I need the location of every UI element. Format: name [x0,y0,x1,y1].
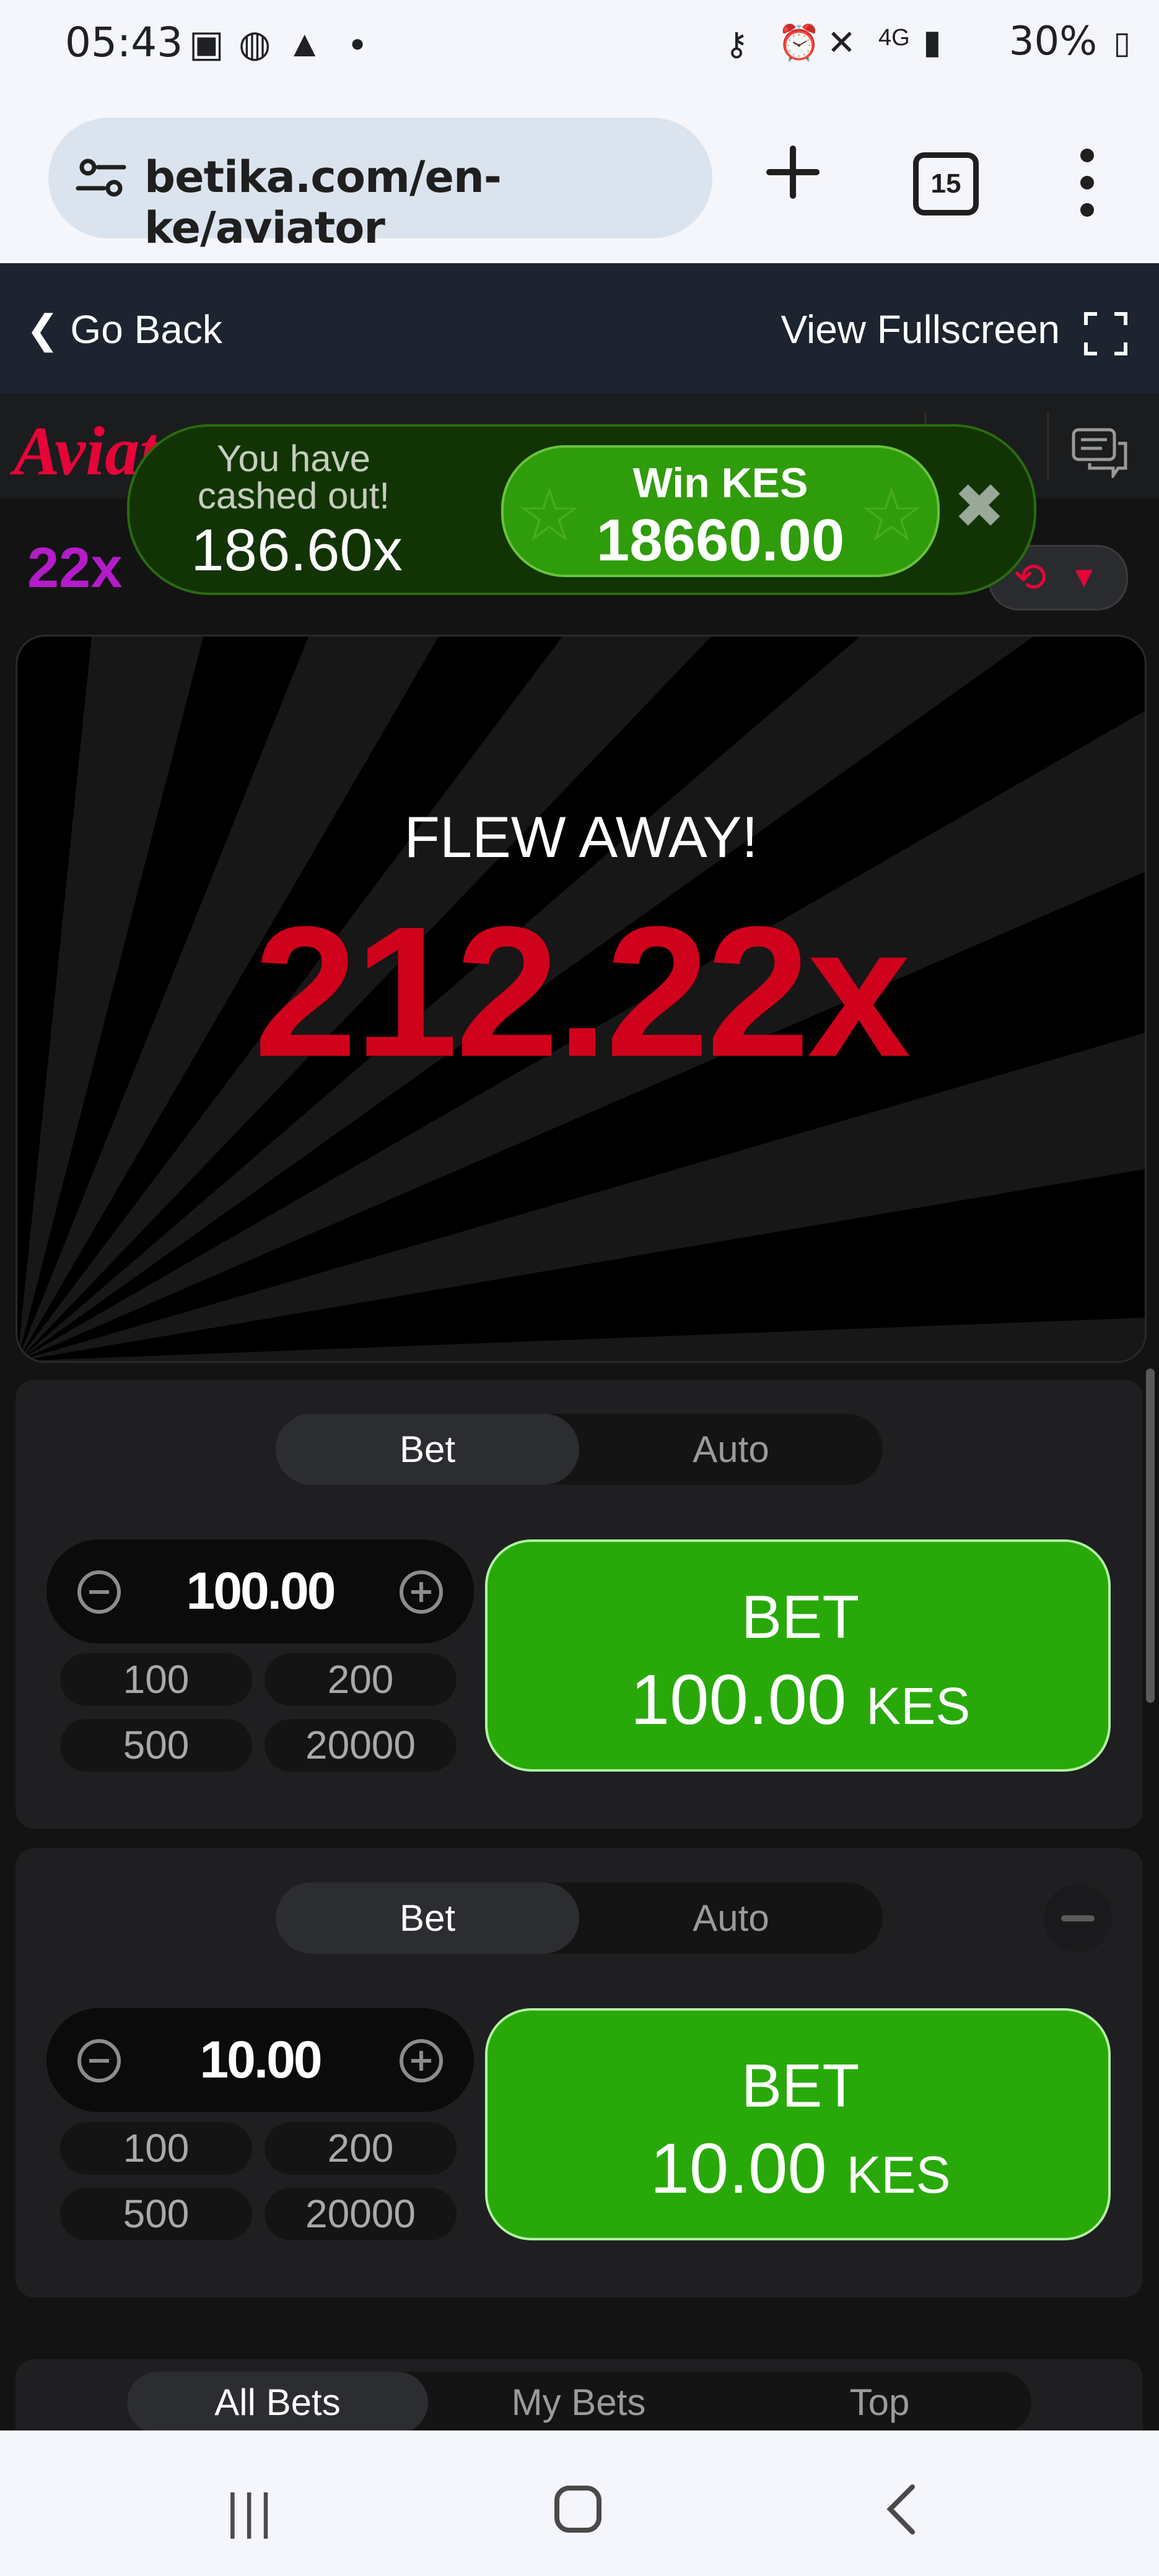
quick-amount-chip[interactable]: 200 [265,1653,457,1706]
new-tab-icon[interactable] [762,141,824,203]
bet-amount-stepper: 100.00 [46,1539,474,1643]
tab-my-bets[interactable]: My Bets [428,2372,729,2434]
browser-toolbar: betika.com/en-ke/aviator 15 [0,93,1159,263]
fullscreen-icon[interactable] [1083,311,1128,356]
tab-switcher-button[interactable]: 15 [913,152,979,215]
tab-bet[interactable]: Bet [276,1414,579,1485]
network-4g-icon: 4G [878,25,910,51]
bet-button-label: BET [741,1583,860,1651]
key-icon: ⚷ [725,27,749,63]
address-bar[interactable]: betika.com/en-ke/aviator [48,118,712,253]
bet-button-amount-line: 100.00 KES [488,1660,1113,1741]
go-back-label: Go Back [70,307,222,352]
dot-icon: ● [350,30,365,57]
bet-button-label: BET [741,2052,860,2120]
tab-bet[interactable]: Bet [276,1882,579,1954]
bet-button[interactable]: BET 10.00 KES [485,2008,1111,2240]
cashout-message: You have cashed out! [197,438,390,516]
game-header: ❮ Go Back View Fullscreen [0,263,1159,393]
bet-button-currency: KES [846,2146,951,2204]
close-icon[interactable]: ✖ [953,470,1005,542]
status-time: 05:43 [65,19,183,66]
quick-amount-chip[interactable]: 100 [60,1653,252,1706]
go-back-button[interactable]: ❮ Go Back [26,307,222,353]
back-icon[interactable] [883,2483,920,2536]
site-settings-icon[interactable] [73,150,129,206]
win-label: Win KES [632,459,808,507]
win-badge: ☆ ☆ Win KES 18660.00 [501,445,940,577]
bet-button-amount: 10.00 [650,2130,827,2208]
cashout-toast: You have cashed out! 186.60x ☆ ☆ Win KES… [127,424,1036,595]
cashout-multiplier: 186.60x [191,517,403,583]
quick-amount-chip[interactable]: 20000 [265,2188,457,2240]
tab-top[interactable]: Top [729,2372,1030,2434]
crash-multiplier: 212.22x [253,887,911,1095]
bet-mode-switch: Bet Auto [276,1882,883,1954]
recent-apps-icon[interactable]: ||| [226,2483,276,2540]
bets-list-tabs: All Bets My Bets Top [15,2359,1143,2434]
scrollbar[interactable] [1146,1368,1155,1703]
view-fullscreen-button[interactable]: View Fullscreen [781,307,1060,352]
warning-icon: ▲ [286,23,323,64]
game-canvas: FLEW AWAY! 212.22x [15,635,1147,1363]
more-menu-icon[interactable] [1078,149,1096,217]
bet-button[interactable]: BET 100.00 KES [485,1539,1111,1772]
alarm-icon: ⏰ [777,23,821,62]
battery-icon: ▯ [1113,25,1131,60]
quick-amount-chip[interactable]: 200 [265,2122,457,2175]
chevron-down-icon: ▼ [1069,561,1099,594]
status-bar: 05:43 ▣ ◍ ▲ ● ⚷ ⏰ ✕ 4G ▮ 30% ▯ [0,0,1159,93]
bet-button-amount-line: 10.00 KES [488,2128,1113,2209]
quick-amount-chip[interactable]: 500 [60,2188,252,2240]
win-amount: 18660.00 [596,507,845,573]
quick-amount-chip[interactable]: 20000 [265,1719,457,1772]
bet-button-amount: 100.00 [630,1661,847,1739]
tab-all-bets[interactable]: All Bets [127,2372,428,2434]
url-text[interactable]: betika.com/en-ke/aviator [144,152,712,253]
bet-button-currency: KES [866,1677,971,1735]
bet-panel-1: Bet Auto 100.00 100 200 500 20000 BET 10… [15,1380,1143,1829]
signal-icon: ▮ [923,24,942,61]
chrome-icon: ◍ [238,23,271,64]
home-icon[interactable] [553,2484,603,2534]
chat-icon[interactable] [1071,427,1128,478]
quick-amount-chip[interactable]: 100 [60,2122,252,2175]
bet-mode-switch: Bet Auto [276,1414,883,1485]
increase-amount-icon[interactable] [400,1570,443,1614]
tab-auto[interactable]: Auto [579,1414,883,1485]
remove-panel-button[interactable] [1044,1884,1112,1952]
flew-away-label: FLEW AWAY! [404,804,758,869]
gallery-icon: ▣ [189,23,224,64]
history-multiplier[interactable]: 22x [27,536,123,601]
divider [1047,412,1049,480]
quick-amount-chip[interactable]: 500 [60,1719,252,1772]
bet-amount-stepper: 10.00 [46,2008,474,2112]
mute-icon: ✕ [827,23,856,62]
tab-auto[interactable]: Auto [579,1882,883,1954]
increase-amount-icon[interactable] [400,2039,443,2082]
minus-icon [1061,1915,1095,1921]
bet-panel-2: Bet Auto 10.00 100 200 500 20000 BET 10.… [15,1848,1143,2297]
battery-percent: 30% [1008,19,1097,64]
system-navigation-bar: ||| [0,2430,1159,2576]
